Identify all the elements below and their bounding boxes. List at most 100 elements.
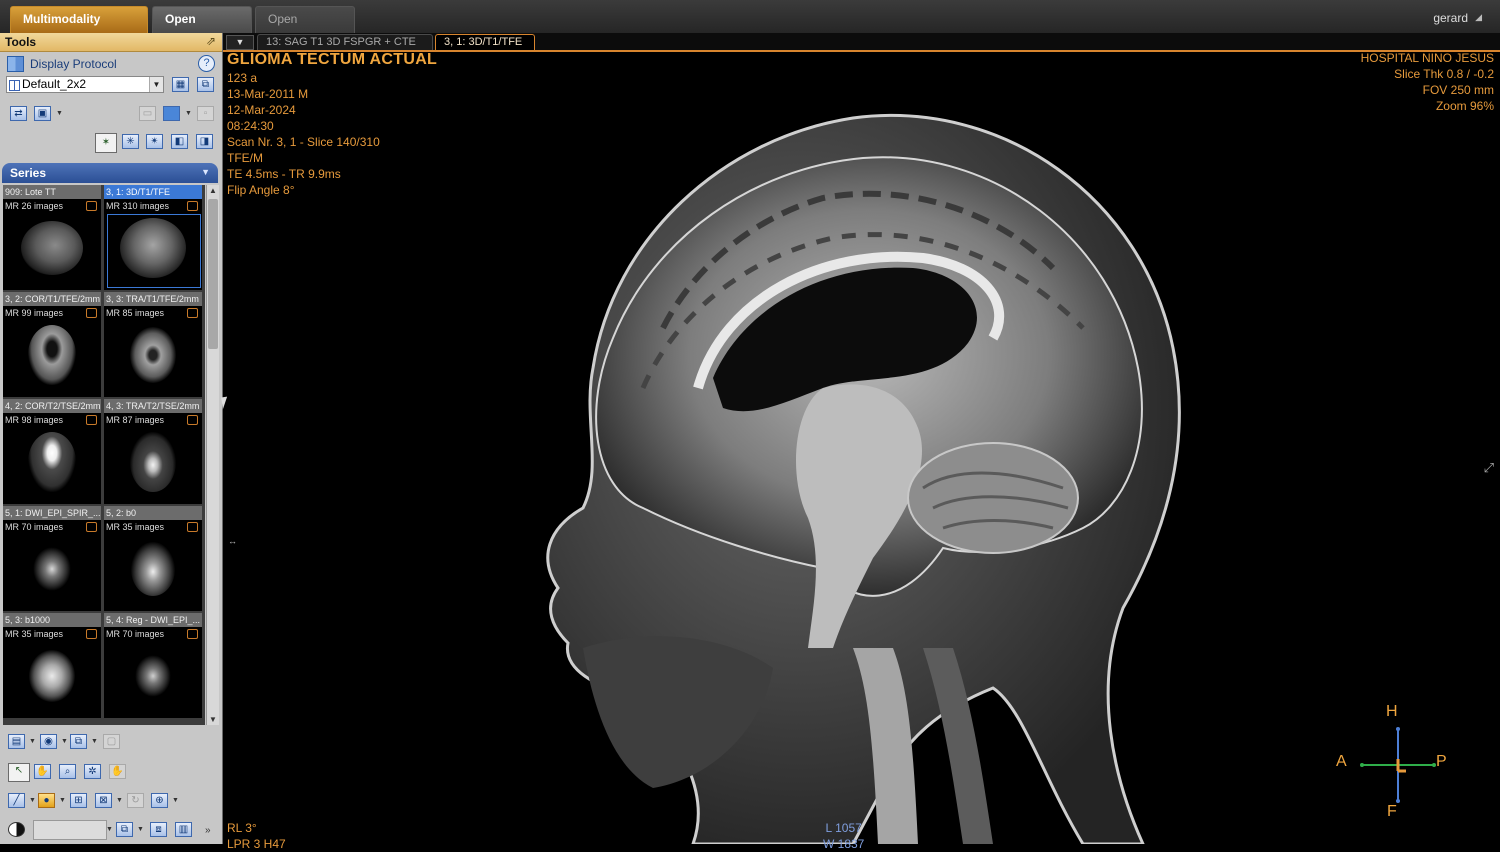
axial-preview: [29, 650, 75, 702]
pin-icon[interactable]: ⇗: [206, 34, 216, 48]
disabled-hand-icon: ✋: [109, 764, 126, 779]
roi-tool-icon[interactable]: ●: [38, 793, 55, 808]
image-viewport[interactable]: ▼ 13: SAG T1 3D FSPGR + CTE 3, 1: 3D/T1/…: [223, 33, 1500, 851]
sagittal-preview: [120, 218, 186, 278]
series-scrollbar[interactable]: ▲ ▼: [206, 185, 219, 725]
annotation-icon[interactable]: ⊞: [70, 793, 87, 808]
patient-age: 123 a: [227, 71, 258, 85]
axial-preview: [130, 432, 176, 492]
series-thumbnail[interactable]: 4, 3: TRA/T2/TSE/2mm MR 87 images: [104, 399, 202, 504]
window-level-preset-field[interactable]: [33, 820, 107, 840]
series-thumbnail[interactable]: 5, 2: b0 MR 35 images: [104, 506, 202, 611]
series-title: 3, 1: 3D/T1/TFE: [104, 185, 202, 199]
tab-open-analysis-active[interactable]: Open Analysis: [152, 6, 252, 51]
dropdown-caret-icon[interactable]: ▼: [29, 797, 36, 804]
link-series-icon[interactable]: ⇄: [10, 106, 27, 121]
measure-line-icon[interactable]: ╱: [8, 793, 25, 808]
series-thumbnail[interactable]: 3, 2: COR/T1/TFE/2mm MR 99 images: [3, 292, 101, 397]
pointer-tool-icon[interactable]: ↖: [8, 763, 30, 782]
arrow-annotation-icon[interactable]: ⊠: [95, 793, 112, 808]
contrast-icon[interactable]: [8, 822, 25, 837]
stack-icon[interactable]: ⧈: [150, 822, 167, 837]
dropdown-caret-icon[interactable]: ▼: [172, 797, 179, 804]
viewport-tab-3d-t1-tfe[interactable]: 3, 1: 3D/T1/TFE: [435, 34, 535, 50]
scroll-select-tool-icon[interactable]: ✶: [95, 133, 117, 153]
copy-viewport-icon[interactable]: ▣: [34, 106, 51, 121]
sequence-name: TFE/M: [227, 151, 263, 165]
acquisition-info-overlay: HOSPITAL NINO JESUS Slice Thk 0.8 / -0.2…: [1361, 50, 1494, 114]
layout-icon[interactable]: ⧉: [116, 822, 133, 837]
zoom-tool-icon[interactable]: ⌕: [59, 764, 76, 779]
series-thumbnail[interactable]: 5, 4: Reg - DWI_EPI_... MR 70 images: [104, 613, 202, 718]
dropdown-caret-icon[interactable]: ▼: [137, 826, 144, 833]
scroll-up-icon[interactable]: ▲: [209, 186, 217, 195]
help-icon[interactable]: ?: [198, 55, 215, 72]
dropdown-caret-icon[interactable]: ▼: [56, 110, 63, 117]
chevron-down-icon[interactable]: ▼: [149, 77, 163, 92]
axial-preview: [135, 655, 171, 697]
sync-layout-icon[interactable]: ⧉: [197, 77, 214, 92]
display-protocol-label: Display Protocol: [30, 57, 117, 71]
export-tool-icon[interactable]: ◨: [196, 134, 213, 149]
user-name[interactable]: gerard: [1433, 11, 1468, 25]
compare-icon[interactable]: ⧉: [70, 734, 87, 749]
camera-icon[interactable]: ◉: [40, 734, 57, 749]
display-protocol-row[interactable]: Display Protocol ?: [0, 53, 222, 75]
link-icon: [86, 308, 97, 318]
series-thumbnail-selected[interactable]: 3, 1: 3D/T1/TFE MR 310 images: [104, 185, 202, 290]
dropdown-caret-icon[interactable]: ▼: [106, 826, 113, 833]
series-title: 3, 3: TRA/T1/TFE/2mm: [104, 292, 202, 306]
viewport-tab-sag-t1[interactable]: 13: SAG T1 3D FSPGR + CTE: [257, 34, 433, 50]
series-thumbnail[interactable]: 909: Lote TT MR 26 images: [3, 185, 101, 290]
tab-open-analysis-inactive[interactable]: Open Analysis: [255, 6, 355, 51]
link-icon: [86, 415, 97, 425]
protocol-select[interactable]: Default_2x2 ▼: [6, 76, 164, 93]
bottom-left-overlay: RL 3° LPR 3 H47: [227, 820, 286, 852]
series-thumbnail-grid: 909: Lote TT MR 26 images 3, 1: 3D/T1/TF…: [3, 185, 205, 725]
series-collapse-icon[interactable]: ▼: [201, 167, 210, 177]
tools-header: Tools ⇗: [0, 33, 222, 52]
disabled-tool-icon: ▫: [197, 106, 214, 121]
series-count: MR 98 images: [5, 415, 64, 425]
overflow-chevron-icon[interactable]: »: [205, 825, 211, 836]
axial-preview: [33, 547, 71, 591]
link-icon: [86, 629, 97, 639]
user-menu-caret-icon[interactable]: ◢: [1475, 12, 1482, 23]
scrollbar-thumb[interactable]: [208, 199, 218, 349]
series-thumbnail[interactable]: 3, 3: TRA/T1/TFE/2mm MR 85 images: [104, 292, 202, 397]
film-icon[interactable]: ▥: [175, 822, 192, 837]
series-header[interactable]: Series ▼: [2, 163, 218, 183]
series-count: MR 35 images: [106, 522, 165, 532]
dropdown-caret-icon[interactable]: ▼: [59, 797, 66, 804]
save-icon[interactable]: ▤: [8, 734, 25, 749]
single-viewport-icon[interactable]: [163, 106, 180, 121]
sagittal-preview: [21, 221, 83, 275]
pan-hand-icon[interactable]: ✋: [34, 764, 51, 779]
stack-tool-icon[interactable]: ✴: [146, 134, 163, 149]
zoom-100-icon[interactable]: ⊕: [151, 793, 168, 808]
dropdown-caret-icon[interactable]: ▼: [61, 738, 68, 745]
splitter-handle-icon[interactable]: ↔: [228, 536, 237, 546]
window-width-value: W 1837: [823, 837, 865, 851]
series-title: 5, 1: DWI_EPI_SPIR_...: [3, 506, 101, 520]
window-level-icon[interactable]: ✲: [84, 764, 101, 779]
scroll-down-icon[interactable]: ▼: [209, 715, 217, 724]
series-thumbnail[interactable]: 5, 1: DWI_EPI_SPIR_... MR 70 images: [3, 506, 101, 611]
crop-tool-icon[interactable]: ◧: [171, 134, 188, 149]
orientation-foot-label: F: [1387, 803, 1397, 820]
series-thumbnail[interactable]: 4, 2: COR/T2/TSE/2mm MR 98 images: [3, 399, 101, 504]
viewport-menu-icon[interactable]: ▼: [226, 35, 254, 50]
link-icon: [187, 308, 198, 318]
dropdown-caret-icon[interactable]: ▼: [91, 738, 98, 745]
series-thumbnail[interactable]: 5, 3: b1000 MR 35 images: [3, 613, 101, 718]
scroll-tool-icon[interactable]: ✳: [122, 134, 139, 149]
apply-layout-icon[interactable]: ▦: [172, 77, 189, 92]
dropdown-caret-icon[interactable]: ▼: [29, 738, 36, 745]
tab-multimodality-viewer[interactable]: Multimodality Viewer: [10, 6, 148, 51]
mri-sagittal-image[interactable]: [523, 88, 1223, 844]
top-bar: Multimodality Viewer Open Analysis Open …: [0, 0, 1500, 51]
series-title: 4, 2: COR/T2/TSE/2mm: [3, 399, 101, 413]
dropdown-caret-icon[interactable]: ▼: [116, 797, 123, 804]
dropdown-caret-icon-2[interactable]: ▼: [185, 110, 192, 117]
patient-dob-sex: 13-Mar-2011 M: [227, 87, 309, 101]
